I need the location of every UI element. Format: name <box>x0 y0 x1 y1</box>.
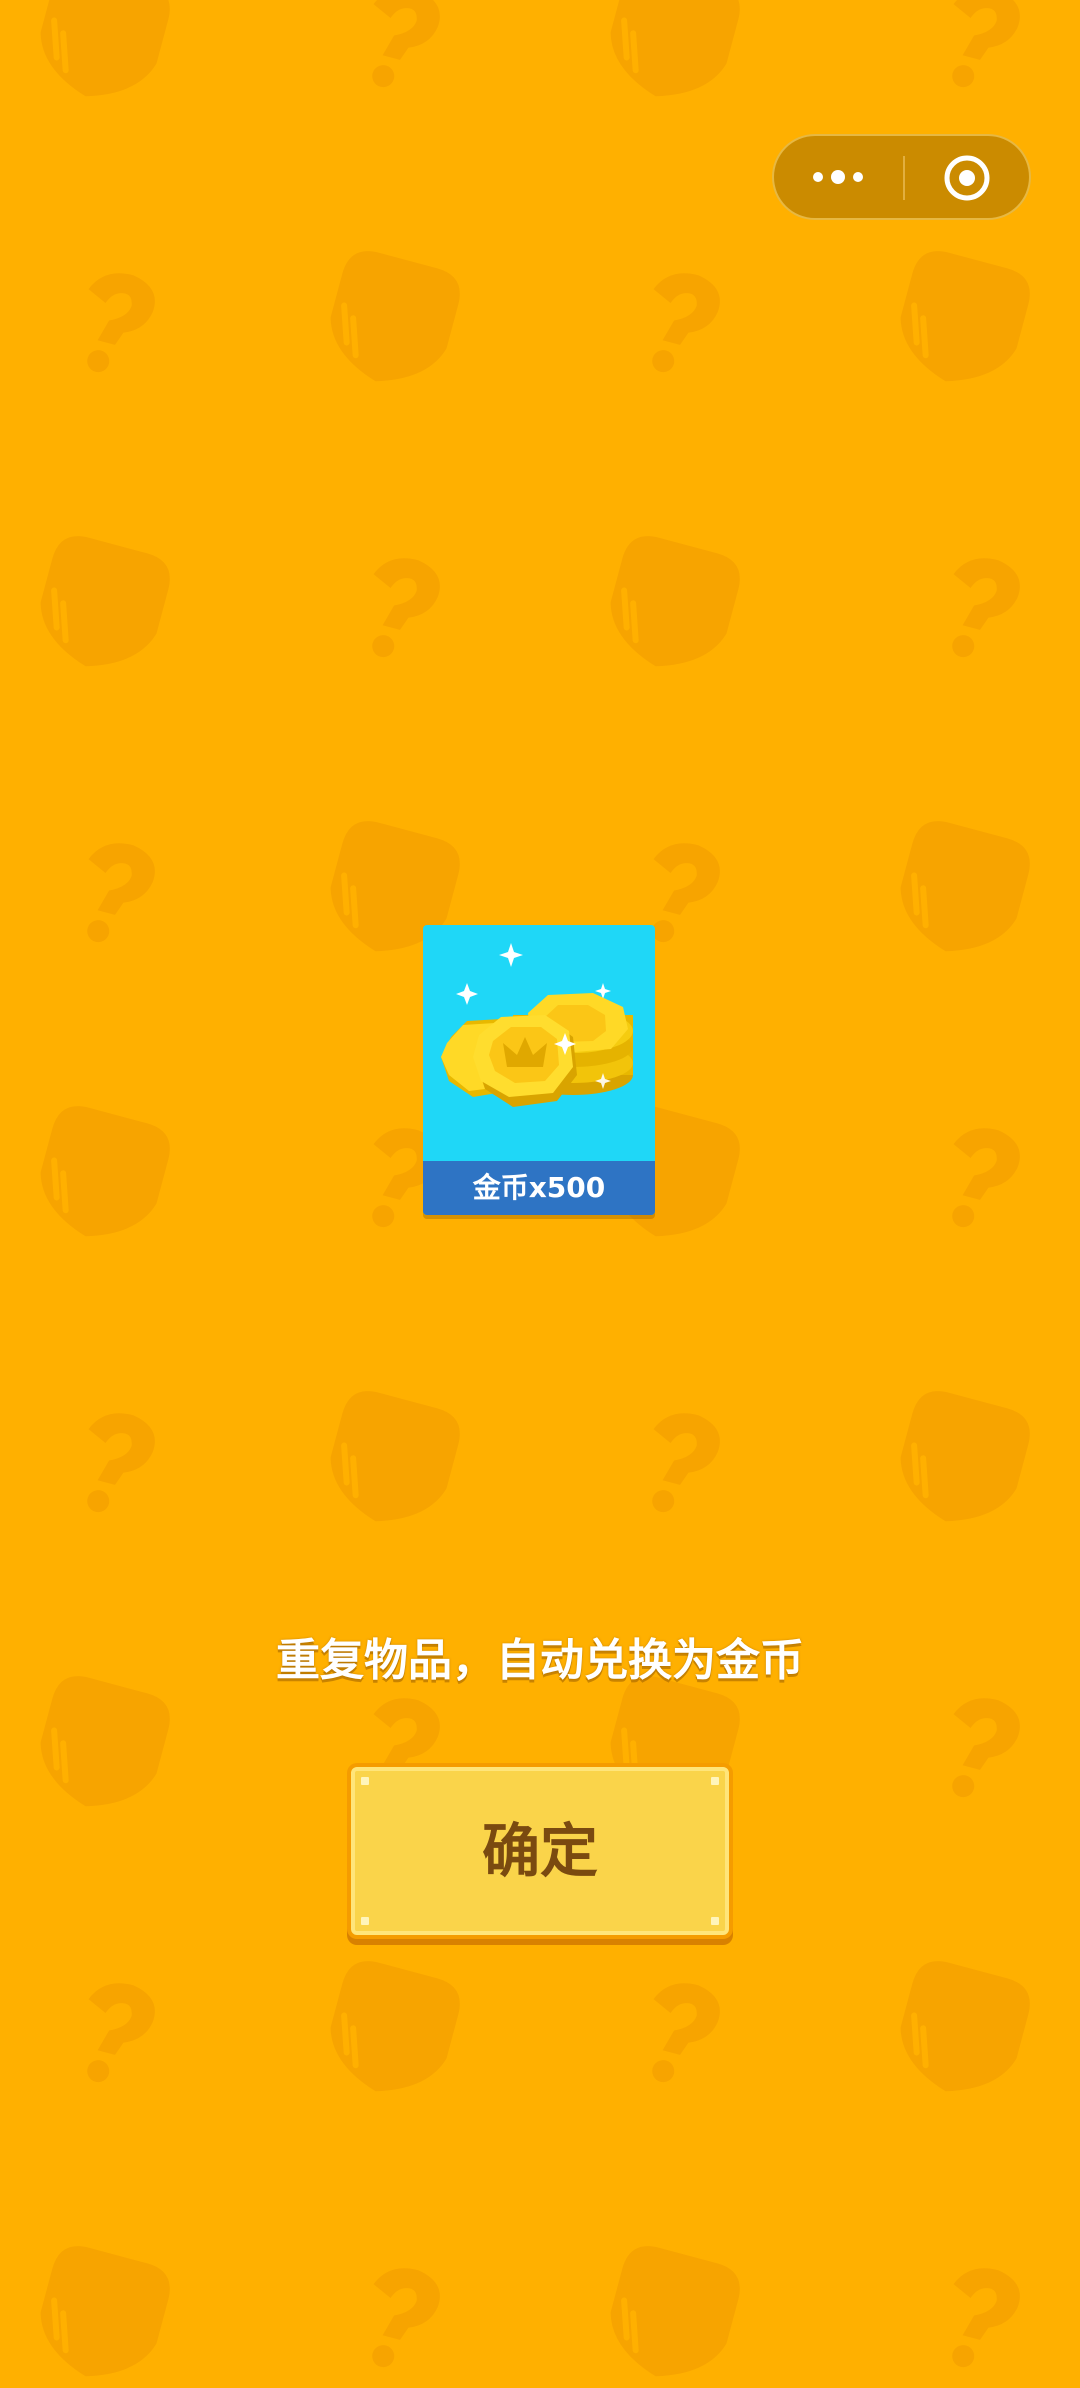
reward-card: 金币x500 <box>423 925 655 1215</box>
pattern-box-shape <box>28 2240 176 2388</box>
pattern-question-shape <box>933 2260 1026 2378</box>
pattern-box-shape <box>598 0 746 112</box>
pattern-box-shape <box>28 1100 176 1252</box>
pattern-question-shape <box>68 1405 161 1523</box>
pattern-question-shape <box>633 1405 726 1523</box>
pattern-question-shape <box>353 0 446 98</box>
pattern-question-shape <box>633 265 726 383</box>
pattern-box-shape <box>318 245 466 397</box>
pattern-question-shape <box>633 1975 726 2093</box>
pattern-box-shape <box>888 245 1036 397</box>
pattern-box-shape <box>28 1670 176 1822</box>
pattern-box-shape <box>318 1385 466 1537</box>
mini-program-capsule <box>772 134 1031 220</box>
button-corner-decoration <box>361 1917 369 1925</box>
pattern-box-shape <box>598 530 746 682</box>
target-circle-icon <box>944 155 990 201</box>
reward-label: 金币x500 <box>423 1161 655 1215</box>
close-button[interactable] <box>905 136 1031 218</box>
pattern-box-shape <box>28 0 176 112</box>
button-corner-decoration <box>711 1917 719 1925</box>
pattern-question-shape <box>933 1690 1026 1808</box>
pattern-question-shape <box>68 265 161 383</box>
pattern-box-shape <box>888 1955 1036 2107</box>
gold-coins-icon <box>441 943 633 1107</box>
pattern-box-shape <box>28 530 176 682</box>
pattern-question-shape <box>933 550 1026 668</box>
pattern-question-shape <box>353 550 446 668</box>
confirm-button[interactable]: 确定 <box>351 1767 729 1935</box>
pattern-box-shape <box>318 1955 466 2107</box>
pattern-question-shape <box>68 1975 161 2093</box>
pattern-box-shape <box>888 1385 1036 1537</box>
pattern-question-shape <box>353 2260 446 2378</box>
confirm-button-label: 确定 <box>481 1817 598 1885</box>
pattern-question-shape <box>933 1120 1026 1238</box>
button-corner-decoration <box>711 1777 719 1785</box>
pattern-box-shape <box>888 815 1036 967</box>
pattern-question-shape <box>933 0 1026 98</box>
exchange-message: 重复物品，自动兑换为金币 <box>276 1635 804 1686</box>
button-corner-decoration <box>361 1777 369 1785</box>
pattern-question-shape <box>68 835 161 953</box>
more-dots-icon <box>813 170 863 184</box>
more-button[interactable] <box>774 136 902 218</box>
pattern-box-shape <box>598 2240 746 2388</box>
